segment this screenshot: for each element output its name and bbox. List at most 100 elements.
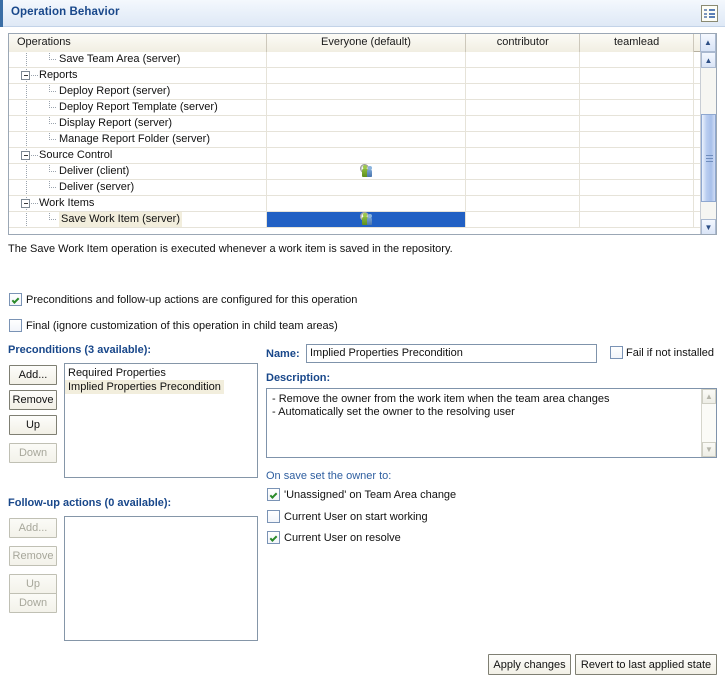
column-header-everyone[interactable]: Everyone (default): [266, 34, 467, 52]
cell-contributor[interactable]: [466, 68, 581, 83]
cell-teamlead[interactable]: [580, 68, 695, 83]
cell-teamlead[interactable]: [580, 180, 695, 195]
cell-contributor[interactable]: [466, 52, 581, 67]
table-body[interactable]: Save Team Area (server) Reports Deploy Rep…: [9, 52, 716, 234]
cell-teamlead[interactable]: [580, 212, 695, 227]
list-menu-icon[interactable]: [701, 5, 718, 22]
cell-teamlead[interactable]: [580, 164, 695, 179]
cell-everyone[interactable]: [267, 148, 467, 163]
table-row[interactable]: Source Control: [9, 148, 716, 164]
apply-changes-button[interactable]: Apply changes: [488, 654, 571, 675]
column-header-contributor[interactable]: contributor: [466, 34, 581, 52]
cell-operation[interactable]: Deliver (server): [9, 180, 267, 195]
configured-checkbox[interactable]: [9, 293, 22, 306]
preconditions-list[interactable]: Required Properties Implied Properties Pr…: [64, 363, 258, 478]
cell-everyone[interactable]: [267, 100, 467, 115]
table-vertical-scrollbar[interactable]: ▲ ▼: [700, 52, 716, 234]
operation-label: Deploy Report Template (server): [59, 101, 218, 113]
collapse-expander-icon[interactable]: [21, 151, 30, 160]
tree-connector: [31, 75, 38, 76]
precondition-remove-button[interactable]: Remove: [9, 390, 57, 410]
table-row[interactable]: Manage Report Folder (server): [9, 132, 716, 148]
cell-contributor[interactable]: [466, 164, 581, 179]
cell-operation[interactable]: Source Control: [9, 148, 267, 163]
column-header-operations[interactable]: Operations: [9, 34, 267, 52]
cell-operation[interactable]: Manage Report Folder (server): [9, 132, 267, 147]
description-scroll-down-arrow[interactable]: ▼: [702, 442, 716, 457]
precondition-name-input[interactable]: Implied Properties Precondition: [306, 344, 597, 363]
cell-contributor[interactable]: [466, 116, 581, 131]
cell-everyone[interactable]: [267, 132, 467, 147]
cell-operation[interactable]: Reports: [9, 68, 267, 83]
cell-everyone[interactable]: [267, 52, 467, 67]
cell-operation[interactable]: Deploy Report Template (server): [9, 100, 267, 115]
followup-list[interactable]: [64, 516, 258, 641]
table-row[interactable]: Reports: [9, 68, 716, 84]
precondition-up-button[interactable]: Up: [9, 415, 57, 435]
cell-teamlead[interactable]: [580, 148, 695, 163]
operations-table[interactable]: Operations Everyone (default) contributo…: [8, 33, 717, 235]
cell-contributor[interactable]: [466, 100, 581, 115]
precondition-add-button[interactable]: Add...: [9, 365, 57, 385]
table-row[interactable]: Save Work Item (server): [9, 212, 716, 228]
tree-connector: [49, 59, 57, 60]
list-item[interactable]: Implied Properties Precondition: [65, 380, 257, 394]
fail-if-not-installed-checkbox[interactable]: [610, 346, 623, 359]
cell-everyone[interactable]: [267, 164, 467, 179]
cell-teamlead[interactable]: [580, 52, 695, 67]
cell-operation[interactable]: Save Team Area (server): [9, 52, 267, 67]
cell-operation[interactable]: Deliver (client): [9, 164, 267, 179]
name-label: Name:: [266, 348, 300, 360]
table-row[interactable]: Work Items: [9, 196, 716, 212]
scroll-up-arrow[interactable]: ▲: [701, 52, 716, 68]
scrollbar-thumb[interactable]: [701, 114, 716, 202]
cell-teamlead[interactable]: [580, 116, 695, 131]
final-checkbox-label: Final (ignore customization of this oper…: [26, 320, 338, 332]
cell-operation[interactable]: Deploy Report (server): [9, 84, 267, 99]
table-row[interactable]: Deploy Report (server): [9, 84, 716, 100]
tree-connector: [49, 219, 57, 220]
revert-button[interactable]: Revert to last applied state: [575, 654, 717, 675]
tree-connector: [31, 203, 38, 204]
table-row[interactable]: Deploy Report Template (server): [9, 100, 716, 116]
preconditions-title: Preconditions (3 available):: [8, 344, 152, 356]
description-scrollbar[interactable]: ▲ ▼: [701, 389, 716, 457]
cell-contributor[interactable]: [466, 180, 581, 195]
table-row[interactable]: Save Team Area (server): [9, 52, 716, 68]
table-row[interactable]: Deliver (server): [9, 180, 716, 196]
cell-teamlead[interactable]: [580, 132, 695, 147]
scroll-down-arrow[interactable]: ▼: [701, 219, 716, 234]
final-checkbox[interactable]: [9, 319, 22, 332]
owner-resolve-checkbox[interactable]: [267, 531, 280, 544]
cell-operation[interactable]: Work Items: [9, 196, 267, 211]
table-row[interactable]: Display Report (server): [9, 116, 716, 132]
scroll-up-button[interactable]: ▲: [700, 34, 716, 52]
operation-label: Save Team Area (server): [59, 53, 181, 65]
cell-operation[interactable]: Display Report (server): [9, 116, 267, 131]
cell-contributor[interactable]: [466, 148, 581, 163]
collapse-expander-icon[interactable]: [21, 71, 30, 80]
description-textarea[interactable]: - Remove the owner from the work item wh…: [266, 388, 717, 458]
cell-everyone[interactable]: [267, 196, 467, 211]
owner-unassigned-checkbox[interactable]: [267, 488, 280, 501]
cell-teamlead[interactable]: [580, 100, 695, 115]
cell-operation[interactable]: Save Work Item (server): [9, 212, 267, 227]
cell-everyone[interactable]: [267, 84, 467, 99]
cell-contributor[interactable]: [466, 132, 581, 147]
cell-contributor[interactable]: [466, 196, 581, 211]
cell-contributor[interactable]: [466, 212, 581, 227]
list-item[interactable]: Required Properties: [65, 366, 257, 380]
list-item-label: Required Properties: [68, 367, 166, 379]
cell-teamlead[interactable]: [580, 84, 695, 99]
cell-contributor[interactable]: [466, 84, 581, 99]
owner-start-working-checkbox[interactable]: [267, 510, 280, 523]
cell-everyone[interactable]: [267, 116, 467, 131]
cell-everyone[interactable]: [267, 68, 467, 83]
cell-everyone[interactable]: [267, 180, 467, 195]
table-row[interactable]: Deliver (client): [9, 164, 716, 180]
column-header-teamlead[interactable]: teamlead: [580, 34, 695, 52]
cell-everyone[interactable]: [266, 212, 467, 227]
description-scroll-up-arrow[interactable]: ▲: [702, 389, 716, 404]
collapse-expander-icon[interactable]: [21, 199, 30, 208]
cell-teamlead[interactable]: [580, 196, 695, 211]
